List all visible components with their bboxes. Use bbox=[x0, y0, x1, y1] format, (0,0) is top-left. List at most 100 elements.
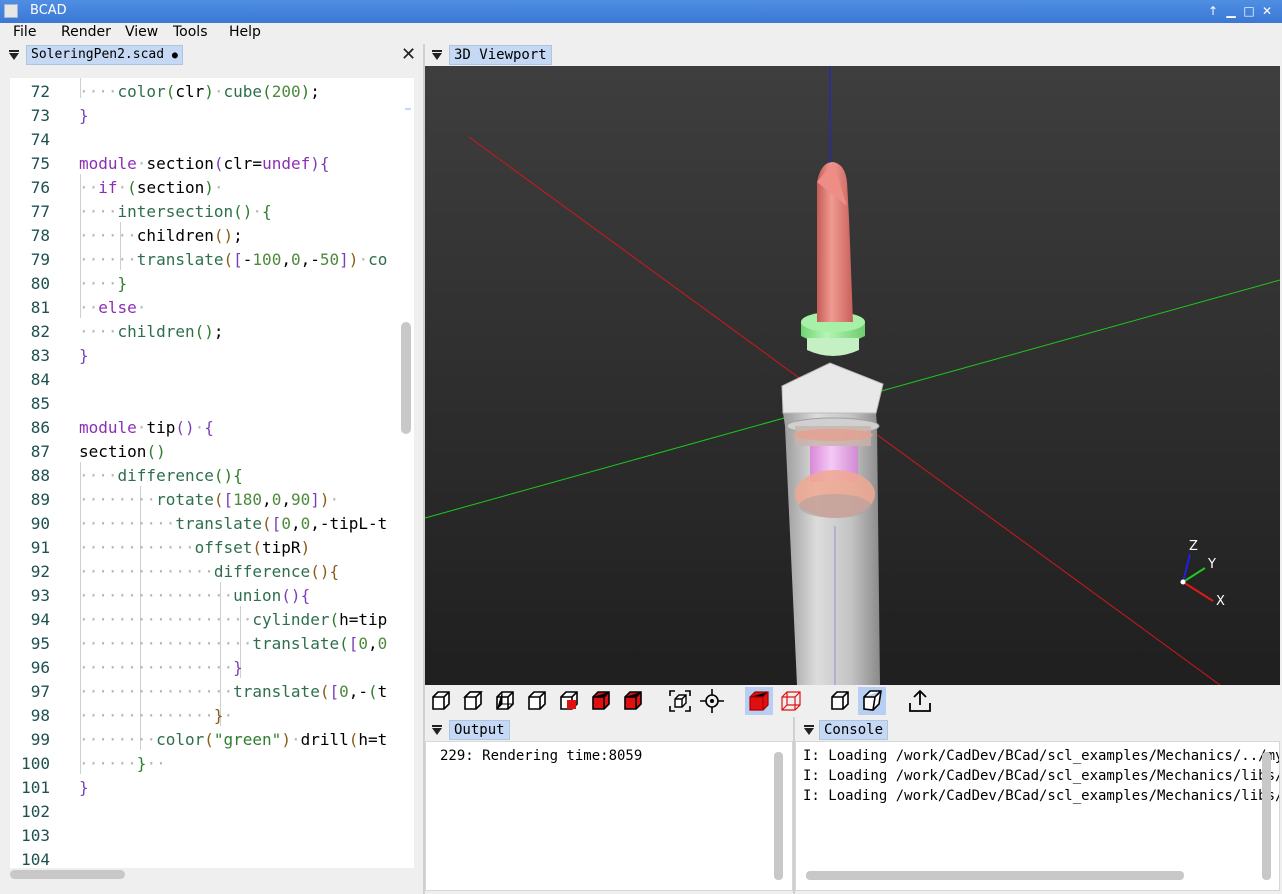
line-number: 104 bbox=[21, 850, 50, 868]
dock-menu-icon[interactable] bbox=[804, 725, 814, 735]
help-icon[interactable]: ↑ bbox=[1204, 2, 1222, 20]
code-token: cylinder bbox=[252, 610, 330, 629]
view-back-icon[interactable] bbox=[619, 687, 647, 715]
line-number: 85 bbox=[30, 394, 50, 413]
line-number: 80 bbox=[30, 274, 50, 293]
view-right-icon[interactable] bbox=[555, 687, 583, 715]
line-number: 79 bbox=[30, 250, 50, 269]
code-line: 95 ··················translate([0,0 bbox=[10, 632, 414, 656]
code-editor[interactable]: 72 ····color(clr)·cube(200); 73} 74 75 module… bbox=[10, 78, 414, 868]
code-text: ··············difference(){ bbox=[79, 560, 339, 584]
code-token: · bbox=[194, 418, 205, 437]
close-tab-icon[interactable]: ✕ bbox=[401, 45, 416, 65]
code-token: , bbox=[290, 514, 301, 533]
menu-help[interactable]: Help bbox=[229, 24, 261, 40]
code-token: -tipL-t bbox=[319, 514, 388, 533]
center-icon[interactable] bbox=[698, 687, 726, 715]
solid-mode-icon[interactable] bbox=[745, 687, 773, 715]
code-token: difference bbox=[117, 466, 214, 485]
console-tab[interactable]: Console bbox=[819, 720, 889, 740]
code-line: 92 ··············difference(){ bbox=[10, 560, 414, 584]
console-scrollbar[interactable] bbox=[1262, 752, 1271, 880]
code-token: () bbox=[233, 202, 253, 221]
code-token: else bbox=[98, 298, 137, 317]
code-token: [ bbox=[233, 250, 243, 269]
code-token: , bbox=[281, 490, 291, 509]
code-token: ( bbox=[329, 610, 340, 629]
line-number: 92 bbox=[30, 562, 50, 581]
code-token: - bbox=[242, 250, 253, 269]
orthographic-icon[interactable] bbox=[858, 687, 886, 715]
code-line: 90 ··········translate([0,0,-tipL-t bbox=[10, 512, 414, 536]
editor-vertical-scrollbar[interactable] bbox=[401, 322, 411, 434]
code-token: · bbox=[117, 178, 128, 197]
output-panel[interactable]: 229: Rendering time:8059 bbox=[425, 741, 793, 891]
line-number: 76 bbox=[30, 178, 50, 197]
line-number: 102 bbox=[21, 802, 50, 821]
code-token: ········ bbox=[79, 490, 157, 509]
code-token: ·············· bbox=[79, 706, 214, 725]
line-number: 83 bbox=[30, 346, 50, 365]
editor-tab[interactable]: SoleringPen2.scad ● bbox=[26, 45, 183, 65]
code-token: ( bbox=[165, 82, 176, 101]
code-token: cube bbox=[223, 82, 263, 101]
line-number: 99 bbox=[30, 730, 50, 749]
dock-menu-icon[interactable] bbox=[9, 50, 19, 60]
view-iso-icon[interactable] bbox=[427, 687, 455, 715]
code-token: () bbox=[146, 442, 166, 461]
code-line: 83} bbox=[10, 344, 414, 368]
minimize-icon[interactable]: ▁ bbox=[1222, 2, 1240, 20]
code-line: 88 ····difference(){ bbox=[10, 464, 414, 488]
code-token: [ bbox=[271, 514, 282, 533]
maximize-icon[interactable]: □ bbox=[1240, 2, 1258, 20]
code-line: 87 section() bbox=[10, 440, 414, 464]
code-line: 102 bbox=[10, 800, 414, 824]
dock-menu-icon[interactable] bbox=[432, 50, 442, 60]
perspective-icon[interactable] bbox=[826, 687, 854, 715]
console-panel[interactable]: I: Loading /work/CadDev/BCad/scl_example… bbox=[795, 741, 1280, 891]
editor-tab-label: SoleringPen2.scad bbox=[31, 47, 165, 62]
code-line: 79 ······translate([-100,0,-50])·co bbox=[10, 248, 414, 272]
menu-view[interactable]: View bbox=[125, 24, 158, 40]
code-token: · bbox=[252, 202, 263, 221]
console-horizontal-scrollbar[interactable] bbox=[806, 871, 1184, 880]
code-line: 86 module·tip()·{ bbox=[10, 416, 414, 440]
view-left-icon[interactable] bbox=[523, 687, 551, 715]
code-text: module·section(clr=undef){ bbox=[79, 152, 330, 176]
3d-viewport[interactable]: Z Y X bbox=[425, 66, 1280, 685]
wireframe-mode-icon[interactable] bbox=[777, 687, 805, 715]
code-token: ···· bbox=[79, 322, 118, 341]
view-bottom-icon[interactable] bbox=[491, 687, 519, 715]
export-icon[interactable] bbox=[906, 687, 934, 715]
code-token: ················ bbox=[79, 658, 234, 677]
view-top-icon[interactable] bbox=[459, 687, 487, 715]
menu-bar: File Render View Tools Help bbox=[0, 23, 1282, 44]
output-header: Output bbox=[425, 719, 793, 741]
code-token: ( bbox=[262, 514, 272, 533]
editor-horizontal-scrollbar[interactable] bbox=[10, 870, 125, 879]
menu-render[interactable]: Render bbox=[61, 24, 111, 40]
viewport-tab[interactable]: 3D Viewport bbox=[449, 45, 552, 65]
code-token: , bbox=[281, 250, 291, 269]
code-text: } bbox=[79, 776, 89, 800]
scene-svg: Z Y X bbox=[425, 66, 1280, 685]
menu-file[interactable]: File bbox=[13, 24, 36, 40]
close-window-icon[interactable]: ✕ bbox=[1258, 2, 1276, 20]
code-token: section bbox=[146, 154, 214, 173]
dock-menu-icon[interactable] bbox=[432, 725, 442, 735]
menu-tools[interactable]: Tools bbox=[173, 24, 208, 40]
code-token: module bbox=[79, 418, 137, 437]
code-token: } bbox=[79, 346, 89, 365]
fit-all-icon[interactable] bbox=[666, 687, 694, 715]
code-token: clr bbox=[175, 82, 205, 101]
code-token: clr bbox=[223, 154, 253, 173]
output-scrollbar[interactable] bbox=[774, 752, 783, 880]
code-text: ················} bbox=[79, 656, 243, 680]
output-tab[interactable]: Output bbox=[449, 720, 510, 740]
line-number: 75 bbox=[30, 154, 50, 173]
code-token: · bbox=[213, 178, 224, 197]
code-token: · bbox=[136, 154, 147, 173]
code-token: · bbox=[358, 250, 369, 269]
view-front-icon[interactable] bbox=[587, 687, 615, 715]
code-token: { bbox=[329, 562, 340, 581]
